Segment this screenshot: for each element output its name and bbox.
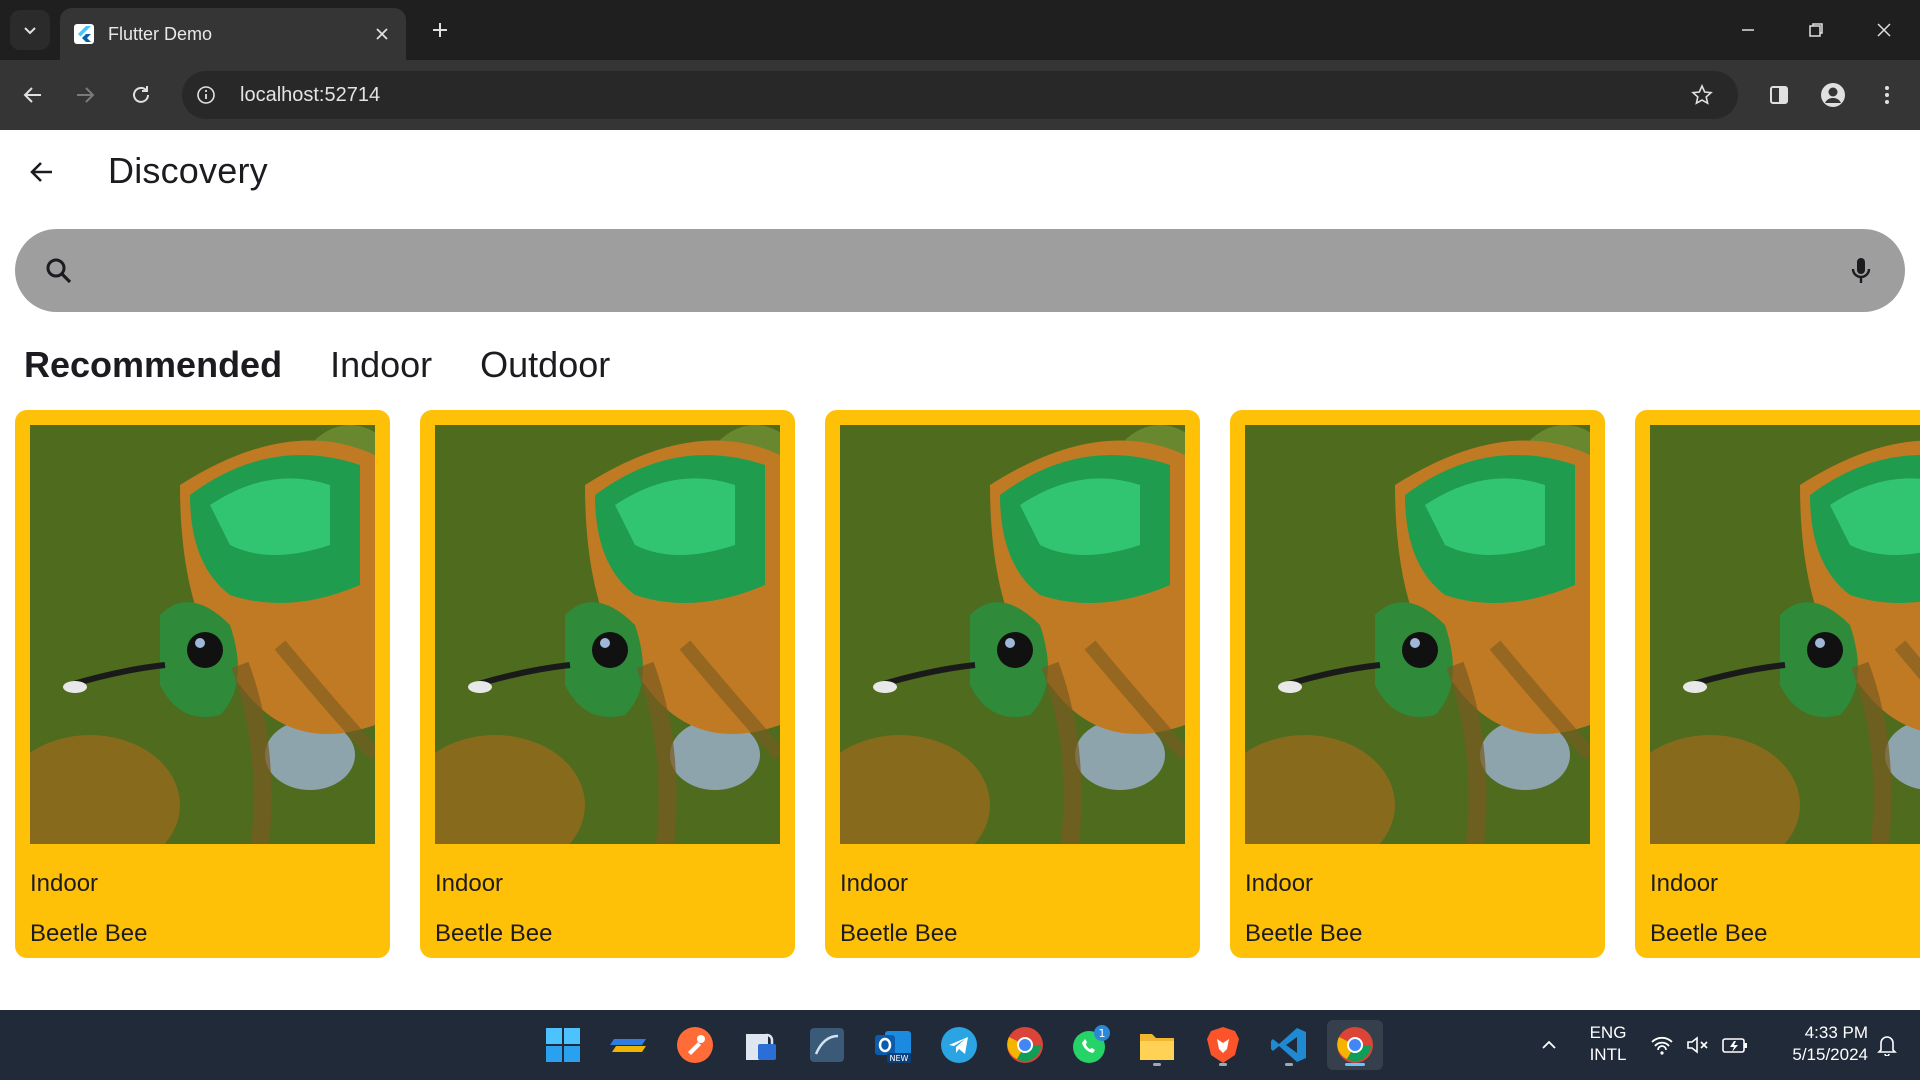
app-bar: Discovery [0,130,1920,214]
search-icon [39,251,79,291]
toolbox-app-icon[interactable] [604,1020,654,1070]
minimize-icon [1742,29,1754,31]
clock-time: 4:33 PM [1804,1023,1868,1042]
microphone-icon[interactable] [1841,251,1881,291]
close-icon [1877,23,1891,37]
item-card[interactable]: Indoor Beetle Bee [1230,410,1605,958]
item-card[interactable]: Indoor Beetle Bee [420,410,795,958]
browser-tab-bar: Flutter Demo [0,0,1920,60]
tab-indoor[interactable]: Indoor [330,344,432,394]
browser-menu-button[interactable] [1868,76,1906,114]
profile-avatar-icon [1821,83,1845,107]
tab-outdoor[interactable]: Outdoor [480,344,610,394]
wifi-icon[interactable] [1648,1010,1676,1080]
reload-button[interactable] [122,76,160,114]
browser-tab-active[interactable]: Flutter Demo [60,8,406,60]
file-lock-app-icon[interactable] [736,1020,786,1070]
postman-icon[interactable] [670,1020,720,1070]
back-nav-button[interactable] [14,76,52,114]
forward-nav-button[interactable] [66,76,104,114]
arrow-back-icon [30,162,52,182]
card-category: Indoor [1650,870,1719,897]
plus-icon [433,23,447,37]
side-panel-button[interactable] [1760,76,1798,114]
search-input[interactable] [95,245,1819,297]
item-card[interactable]: Indoor Beetle Bee [825,410,1200,958]
input-language-indicator[interactable]: ENG INTL [1580,1022,1636,1066]
plant-card-list: Indoor Beetle Bee Indoor Beetle Bee Indo… [15,410,1920,958]
item-card[interactable]: Indoor Beetle Bee [1635,410,1920,958]
telegram-icon[interactable] [934,1020,984,1070]
card-category: Indoor [435,870,504,897]
flutter-favicon-icon [72,22,96,46]
beetle-image [1245,425,1590,844]
bookmark-star-icon[interactable] [1686,79,1718,111]
browser-toolbar: localhost:52714 [0,60,1920,130]
tab-title: Flutter Demo [108,23,213,44]
card-category: Indoor [1245,870,1314,897]
windows-taskbar: NEW 1 ENG INTL 4:33 PM 5/15/2024 [0,1010,1920,1080]
card-category: Indoor [840,870,909,897]
item-card[interactable]: Indoor Beetle Bee [15,410,390,958]
kebab-menu-icon [1885,86,1889,104]
address-bar[interactable]: localhost:52714 [182,71,1738,119]
restore-window-button[interactable] [1782,0,1850,60]
reload-icon [133,86,149,103]
running-indicator [1345,1063,1365,1066]
profile-button[interactable] [1814,76,1852,114]
beetle-image [30,425,375,844]
category-tabs: Recommended Indoor Outdoor [24,344,610,394]
chrome-icon[interactable] [1000,1020,1050,1070]
chrome-active-icon[interactable] [1327,1020,1383,1070]
tab-search-dropdown-button[interactable] [10,10,50,50]
volume-muted-icon[interactable] [1684,1010,1712,1080]
app-back-button[interactable] [22,152,62,192]
card-name: Beetle Bee [1245,920,1363,947]
svg-text:NEW: NEW [890,1054,909,1063]
arrow-left-icon [23,87,41,103]
card-name: Beetle Bee [1650,920,1768,947]
clock-date: 5/15/2024 [1792,1045,1868,1064]
new-tab-button[interactable] [424,14,456,46]
vscode-icon[interactable] [1264,1020,1314,1070]
search-bar[interactable] [15,229,1905,312]
beetle-image [840,425,1185,844]
beetle-image [435,425,780,844]
brave-icon[interactable] [1198,1020,1248,1070]
card-name: Beetle Bee [435,920,553,947]
card-name: Beetle Bee [840,920,958,947]
chevron-down-icon [24,27,36,35]
notification-bell-icon[interactable] [1872,1010,1902,1080]
close-tab-icon[interactable] [368,20,396,48]
system-clock[interactable]: 4:33 PM 5/15/2024 [1768,1022,1868,1066]
minimize-window-button[interactable] [1714,0,1782,60]
tab-recommended[interactable]: Recommended [24,344,282,394]
card-name: Beetle Bee [30,920,148,947]
show-hidden-icons-chevron-icon[interactable] [1536,1010,1562,1080]
whatsapp-badge: 1 [1099,1027,1106,1040]
running-indicator [1153,1063,1161,1066]
arrow-right-icon [77,87,95,103]
close-window-button[interactable] [1850,0,1918,60]
restore-icon [1809,23,1823,37]
windows-start-icon[interactable] [538,1020,588,1070]
beetle-image [1650,425,1920,844]
running-indicator [1285,1063,1293,1066]
outlook-new-icon[interactable]: NEW [868,1020,918,1070]
file-explorer-icon[interactable] [1132,1020,1182,1070]
side-panel-icon [1770,86,1788,104]
language-code: ENG [1589,1023,1627,1042]
page-title: Discovery [108,150,268,191]
site-info-icon[interactable] [190,79,222,111]
keyboard-layout: INTL [1589,1045,1627,1064]
battery-charging-icon[interactable] [1720,1010,1750,1080]
url-text[interactable]: localhost:52714 [240,84,380,107]
card-category: Indoor [30,870,99,897]
running-indicator [1219,1063,1227,1066]
mysql-workbench-icon[interactable] [802,1020,852,1070]
whatsapp-icon[interactable]: 1 [1066,1020,1116,1070]
